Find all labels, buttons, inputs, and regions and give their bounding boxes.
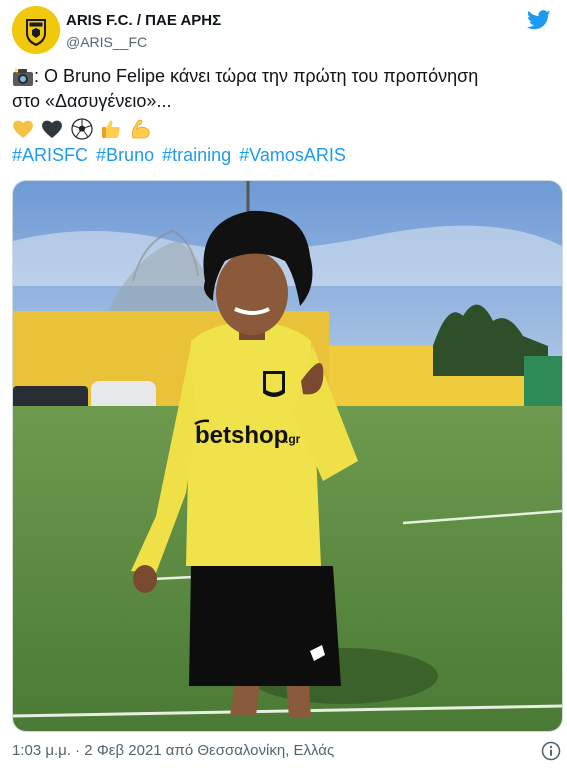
display-name[interactable]: ARIS F.C. / ΠΑΕ ΑΡΗΣ — [66, 12, 221, 30]
tweet-timestamp[interactable]: 1:03 μ.μ. · 2 Φεβ 2021 από Θεσσαλονίκη, … — [12, 742, 334, 759]
hashtag-link[interactable]: #VamosARIS — [239, 145, 346, 165]
hashtag-link[interactable]: #Bruno — [96, 145, 154, 165]
thumbs-up-icon — [100, 118, 122, 145]
club-crest-icon — [12, 6, 60, 54]
tweet-text-body-2: στο «Δασυγένειο»... — [12, 91, 172, 111]
emoji-row — [12, 118, 155, 142]
club-avatar[interactable] — [12, 6, 60, 54]
user-handle[interactable]: @ARIS__FC — [66, 33, 221, 51]
jersey-sponsor-text: betshop — [195, 422, 288, 449]
twitter-bird-icon[interactable] — [527, 10, 551, 30]
tweet-text-body-1: : Ο Bruno Felipe κάνει τώρα την πρώτη το… — [34, 66, 479, 86]
tweet-photo[interactable]: betshop .gr — [12, 180, 563, 732]
tweet-text: : Ο Bruno Felipe κάνει τώρα την πρώτη το… — [12, 64, 552, 114]
info-icon[interactable] — [541, 741, 561, 761]
black-heart-icon — [41, 118, 63, 145]
tweet-text-line-1: : Ο Bruno Felipe κάνει τώρα την πρώτη το… — [12, 64, 552, 89]
yellow-heart-icon — [12, 118, 34, 145]
camera-flash-icon — [13, 67, 33, 87]
hashtag-list: #ARISFC #Bruno #training #VamosARIS — [12, 143, 349, 168]
hashtag-link[interactable]: #ARISFC — [12, 145, 88, 165]
training-photo: betshop .gr — [13, 181, 562, 731]
jersey-sponsor-suffix: .gr — [285, 432, 301, 446]
soccer-ball-icon — [71, 118, 93, 145]
hashtag-link[interactable]: #training — [162, 145, 231, 165]
tweet-header: ARIS F.C. / ΠΑΕ ΑΡΗΣ @ARIS__FC — [12, 6, 555, 56]
tweet-footer: 1:03 μ.μ. · 2 Φεβ 2021 από Θεσσαλονίκη, … — [12, 740, 563, 762]
flexed-biceps-icon — [130, 118, 152, 145]
